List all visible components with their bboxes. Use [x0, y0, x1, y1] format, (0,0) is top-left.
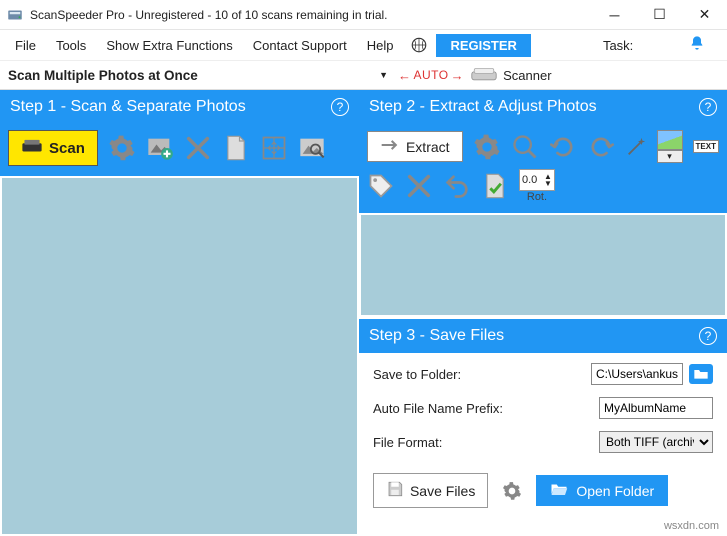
arrow-right-icon [380, 138, 400, 155]
save-folder-label: Save to Folder: [373, 367, 591, 382]
close-button[interactable]: ✕ [682, 0, 727, 30]
delete-icon[interactable] [184, 134, 212, 162]
rotate-cw-icon[interactable] [587, 133, 615, 161]
rotation-label: Rot. [527, 191, 547, 203]
scanner-small-icon [21, 137, 43, 159]
prefix-label: Auto File Name Prefix: [373, 401, 599, 416]
tag-icon[interactable] [367, 172, 395, 200]
scan-button[interactable]: Scan [8, 130, 98, 166]
save-files-button[interactable]: Save Files [373, 473, 488, 508]
scanner-icon [471, 66, 497, 84]
minimize-button[interactable]: ─ [592, 0, 637, 30]
step1-header: Step 1 - Scan & Separate Photos ? [0, 90, 359, 124]
step3-settings-icon[interactable] [502, 481, 522, 501]
app-icon [6, 6, 24, 24]
extract-label: Extract [406, 139, 450, 155]
text-mode-icon[interactable]: TEXT [693, 140, 719, 153]
title-bar: ScanSpeeder Pro - Unregistered - 10 of 1… [0, 0, 727, 30]
step2-toolbar: Extract ▾ [359, 124, 727, 213]
save-folder-input[interactable] [591, 363, 683, 385]
menu-tools[interactable]: Tools [47, 34, 95, 57]
step2-canvas[interactable] [361, 215, 725, 315]
page-icon[interactable] [222, 134, 250, 162]
rotation-value: 0.0 [522, 174, 537, 186]
save-files-label: Save Files [410, 483, 475, 499]
open-folder-label: Open Folder [576, 483, 654, 499]
step2-settings-icon[interactable] [473, 133, 501, 161]
delete2-icon[interactable] [405, 172, 433, 200]
preview-selector[interactable]: ▾ [657, 130, 683, 163]
auto-label: AUTO [414, 68, 449, 82]
step3-header: Step 3 - Save Files ? [359, 319, 727, 353]
step1-help-icon[interactable]: ? [331, 98, 349, 116]
window-title: ScanSpeeder Pro - Unregistered - 10 of 1… [30, 8, 592, 22]
menu-contact-support[interactable]: Contact Support [244, 34, 356, 57]
grid-expand-icon[interactable] [260, 134, 288, 162]
step2-header: Step 2 - Extract & Adjust Photos ? [359, 90, 727, 124]
mode-title: Scan Multiple Photos at Once [8, 68, 198, 83]
step3-title: Step 3 - Save Files [369, 327, 504, 345]
scan-label: Scan [49, 140, 85, 157]
step1-canvas[interactable] [2, 178, 357, 534]
magic-wand-icon[interactable] [625, 133, 647, 161]
context-bar: Scan Multiple Photos at Once ▼ ←AUTO→ Sc… [0, 60, 727, 90]
menu-help[interactable]: Help [358, 34, 403, 57]
rotate-ccw-icon[interactable] [549, 133, 577, 161]
zoom-image-icon[interactable] [298, 134, 326, 162]
add-image-icon[interactable] [146, 134, 174, 162]
auto-toggle[interactable]: ←AUTO→ [398, 68, 464, 83]
watermark: wsxdn.com [664, 520, 719, 532]
step3-help-icon[interactable]: ? [699, 327, 717, 345]
scanner-button[interactable]: Scanner [471, 66, 551, 84]
menu-file[interactable]: File [6, 34, 45, 57]
chevron-down-icon[interactable]: ▾ [657, 150, 683, 163]
open-folder-button[interactable]: Open Folder [536, 475, 668, 506]
prefix-input[interactable] [599, 397, 713, 419]
open-folder-icon [550, 482, 568, 499]
menu-show-extra[interactable]: Show Extra Functions [97, 34, 241, 57]
format-label: File Format: [373, 435, 599, 450]
zoom-icon[interactable] [511, 133, 539, 161]
save-disk-icon [386, 480, 404, 501]
step1-title: Step 1 - Scan & Separate Photos [10, 98, 246, 116]
approve-icon[interactable] [481, 172, 509, 200]
step2-help-icon[interactable]: ? [699, 98, 717, 116]
undo-icon[interactable] [443, 172, 471, 200]
format-select[interactable]: Both TIFF (archival [599, 431, 713, 453]
scanner-label: Scanner [503, 68, 551, 83]
rotation-stepper[interactable]: 0.0 ▲▼ [519, 169, 555, 191]
register-button[interactable]: REGISTER [436, 34, 530, 57]
step1-toolbar: Scan [0, 124, 359, 176]
thumbnail-icon [657, 130, 683, 150]
maximize-button[interactable]: ☐ [637, 0, 682, 30]
browse-folder-button[interactable] [689, 364, 713, 384]
settings-icon[interactable] [108, 134, 136, 162]
globe-icon[interactable] [410, 36, 428, 54]
notification-bell-icon[interactable] [689, 35, 705, 56]
mode-dropdown-icon[interactable]: ▼ [379, 70, 388, 80]
step2-title: Step 2 - Extract & Adjust Photos [369, 98, 597, 116]
task-label: Task: [603, 38, 633, 53]
menu-bar: File Tools Show Extra Functions Contact … [0, 30, 727, 60]
extract-button[interactable]: Extract [367, 131, 463, 162]
